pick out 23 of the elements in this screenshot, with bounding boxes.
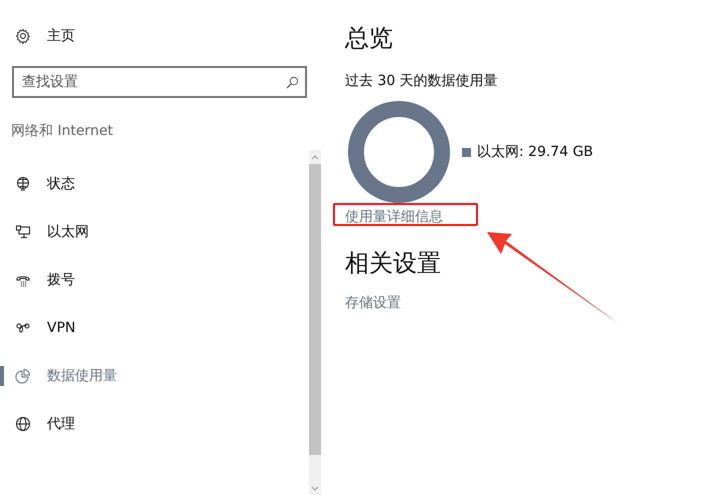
nav-item[interactable]: 状态 <box>0 160 309 208</box>
globe-icon <box>15 416 31 432</box>
section-heading: 相关设置 <box>345 248 441 279</box>
nav-item[interactable]: 拨号 <box>0 256 309 304</box>
usage-details-link[interactable]: 使用量详细信息 <box>345 207 443 227</box>
home-item[interactable]: 主页 <box>0 0 321 46</box>
pie-chart-icon <box>15 368 31 384</box>
scrollbar-thumb[interactable] <box>309 164 321 455</box>
page-title: 总览 <box>345 23 393 54</box>
search-icon <box>286 76 299 89</box>
globe-icon <box>15 176 31 192</box>
nav-item[interactable]: VPN <box>0 304 309 352</box>
legend-label: 以太网: 29.74 GB <box>477 143 594 161</box>
search-field[interactable]: 查找设置 <box>12 66 307 98</box>
settings-icon <box>15 28 31 44</box>
monitor-icon <box>15 224 31 240</box>
nav-item[interactable]: 数据使用量 <box>0 352 309 400</box>
scrollbar[interactable] <box>309 150 321 495</box>
section-title: 网络和 Internet <box>11 122 114 140</box>
nav-item[interactable]: 代理 <box>0 400 309 448</box>
storage-settings-link[interactable]: 存储设置 <box>345 293 401 313</box>
subtitle: 过去 30 天的数据使用量 <box>345 72 498 90</box>
nav-item[interactable]: 以太网 <box>0 208 309 256</box>
